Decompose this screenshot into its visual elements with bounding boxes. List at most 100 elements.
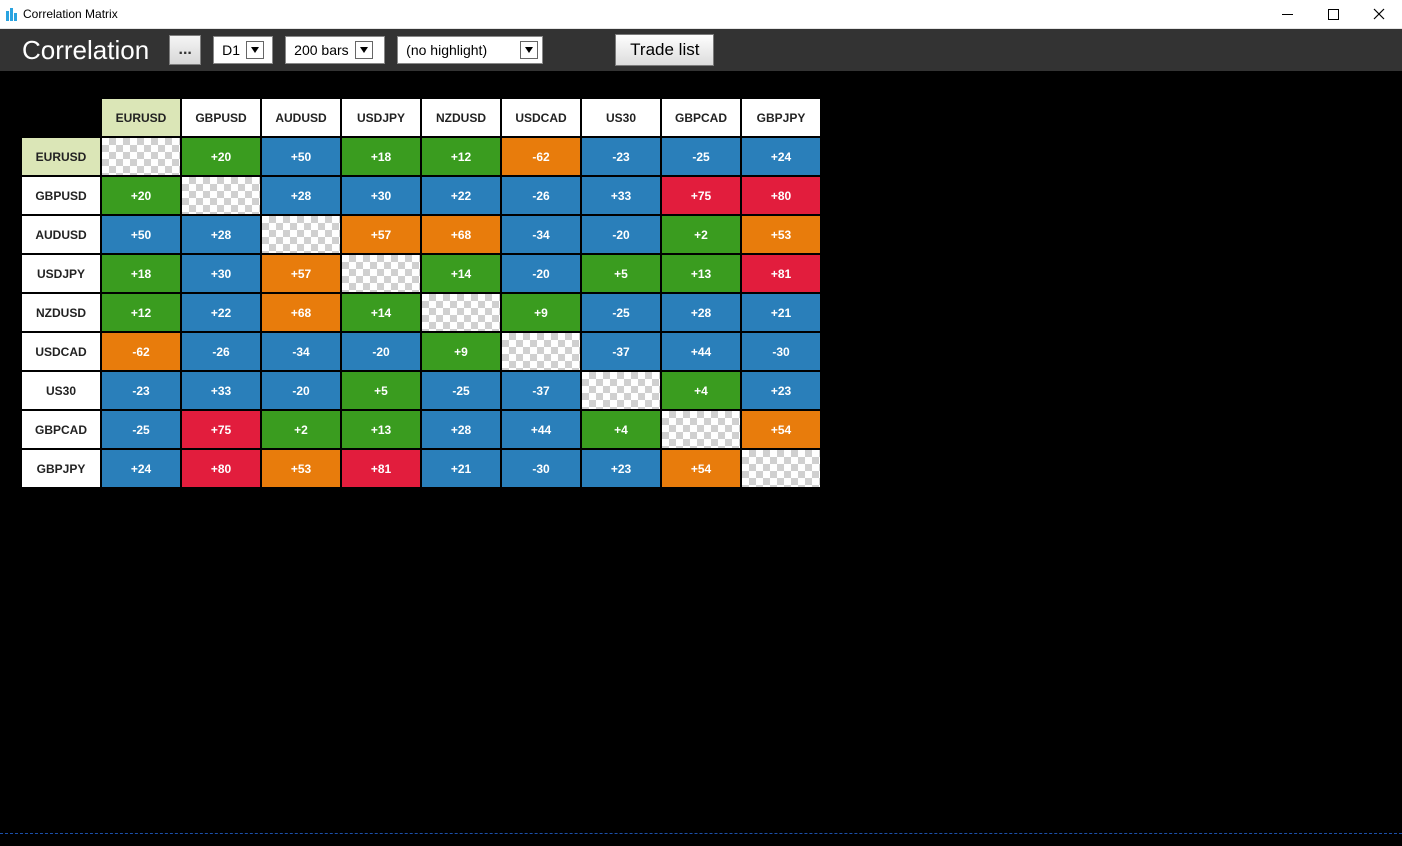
matrix-cell[interactable]: +5 xyxy=(582,255,660,292)
matrix-cell[interactable]: +20 xyxy=(102,177,180,214)
matrix-cell[interactable]: +21 xyxy=(422,450,500,487)
matrix-cell[interactable]: +14 xyxy=(342,294,420,331)
column-header[interactable]: USDJPY xyxy=(342,99,420,136)
row-header[interactable]: EURUSD xyxy=(22,138,100,175)
column-header[interactable]: GBPUSD xyxy=(182,99,260,136)
matrix-cell[interactable]: +33 xyxy=(582,177,660,214)
column-header[interactable]: GBPCAD xyxy=(662,99,740,136)
matrix-cell[interactable]: -23 xyxy=(582,138,660,175)
matrix-cell[interactable]: +50 xyxy=(262,138,340,175)
matrix-cell[interactable]: -62 xyxy=(102,333,180,370)
minimize-button[interactable] xyxy=(1264,0,1310,28)
matrix-cell[interactable]: +28 xyxy=(422,411,500,448)
matrix-cell[interactable]: +57 xyxy=(262,255,340,292)
matrix-cell[interactable]: +53 xyxy=(742,216,820,253)
matrix-cell[interactable]: +68 xyxy=(262,294,340,331)
matrix-cell[interactable]: -25 xyxy=(662,138,740,175)
app-icon xyxy=(6,8,17,21)
matrix-cell[interactable]: +30 xyxy=(342,177,420,214)
matrix-cell[interactable]: -26 xyxy=(502,177,580,214)
matrix-cell[interactable]: +21 xyxy=(742,294,820,331)
column-header[interactable]: NZDUSD xyxy=(422,99,500,136)
matrix-cell[interactable]: +44 xyxy=(662,333,740,370)
close-button[interactable] xyxy=(1356,0,1402,28)
trade-list-button[interactable]: Trade list xyxy=(615,34,714,66)
matrix-cell[interactable]: -25 xyxy=(102,411,180,448)
timeframe-select[interactable]: D1 xyxy=(213,36,273,64)
matrix-cell[interactable]: +18 xyxy=(102,255,180,292)
bars-value: 200 bars xyxy=(294,42,348,58)
matrix-cell[interactable]: -30 xyxy=(742,333,820,370)
row-header[interactable]: USDJPY xyxy=(22,255,100,292)
matrix-cell[interactable]: +13 xyxy=(662,255,740,292)
column-header[interactable]: GBPJPY xyxy=(742,99,820,136)
matrix-cell[interactable]: +2 xyxy=(662,216,740,253)
matrix-cell[interactable]: +20 xyxy=(182,138,260,175)
bars-select[interactable]: 200 bars xyxy=(285,36,385,64)
matrix-cell[interactable]: +80 xyxy=(182,450,260,487)
matrix-cell[interactable]: -20 xyxy=(502,255,580,292)
row-header[interactable]: US30 xyxy=(22,372,100,409)
matrix-cell[interactable]: -26 xyxy=(182,333,260,370)
matrix-cell[interactable]: +28 xyxy=(662,294,740,331)
matrix-cell[interactable]: -30 xyxy=(502,450,580,487)
matrix-cell[interactable]: +54 xyxy=(742,411,820,448)
matrix-cell[interactable]: +9 xyxy=(502,294,580,331)
row-header[interactable]: GBPJPY xyxy=(22,450,100,487)
maximize-button[interactable] xyxy=(1310,0,1356,28)
row-header[interactable]: NZDUSD xyxy=(22,294,100,331)
matrix-cell[interactable]: +23 xyxy=(742,372,820,409)
matrix-cell[interactable]: +24 xyxy=(102,450,180,487)
matrix-cell[interactable]: +33 xyxy=(182,372,260,409)
matrix-cell[interactable]: +18 xyxy=(342,138,420,175)
column-header[interactable]: USDCAD xyxy=(502,99,580,136)
matrix-cell[interactable]: +14 xyxy=(422,255,500,292)
matrix-cell[interactable]: +4 xyxy=(582,411,660,448)
column-header[interactable]: EURUSD xyxy=(102,99,180,136)
matrix-cell[interactable]: +81 xyxy=(342,450,420,487)
matrix-cell[interactable]: -23 xyxy=(102,372,180,409)
highlight-select[interactable]: (no highlight) xyxy=(397,36,543,64)
matrix-cell[interactable]: +22 xyxy=(182,294,260,331)
matrix-cell[interactable]: +5 xyxy=(342,372,420,409)
matrix-cell[interactable]: +2 xyxy=(262,411,340,448)
column-header[interactable]: US30 xyxy=(582,99,660,136)
matrix-cell[interactable]: -20 xyxy=(262,372,340,409)
matrix-cell[interactable]: +54 xyxy=(662,450,740,487)
row-header[interactable]: USDCAD xyxy=(22,333,100,370)
matrix-cell[interactable]: -20 xyxy=(342,333,420,370)
matrix-cell[interactable]: +28 xyxy=(182,216,260,253)
matrix-cell[interactable]: +30 xyxy=(182,255,260,292)
symbols-menu-button[interactable]: ... xyxy=(169,35,201,65)
matrix-cell[interactable]: +80 xyxy=(742,177,820,214)
row-header[interactable]: AUDUSD xyxy=(22,216,100,253)
matrix-cell[interactable]: +4 xyxy=(662,372,740,409)
column-header[interactable]: AUDUSD xyxy=(262,99,340,136)
matrix-cell[interactable]: -34 xyxy=(502,216,580,253)
matrix-cell[interactable]: -25 xyxy=(582,294,660,331)
matrix-cell[interactable]: +68 xyxy=(422,216,500,253)
matrix-cell[interactable]: +53 xyxy=(262,450,340,487)
matrix-cell[interactable]: +75 xyxy=(182,411,260,448)
matrix-cell[interactable]: +13 xyxy=(342,411,420,448)
matrix-cell[interactable]: -20 xyxy=(582,216,660,253)
matrix-cell[interactable]: +9 xyxy=(422,333,500,370)
matrix-cell[interactable]: +57 xyxy=(342,216,420,253)
matrix-cell[interactable]: +44 xyxy=(502,411,580,448)
matrix-cell[interactable]: -37 xyxy=(502,372,580,409)
matrix-cell[interactable]: +75 xyxy=(662,177,740,214)
matrix-cell[interactable]: -34 xyxy=(262,333,340,370)
matrix-cell[interactable]: +24 xyxy=(742,138,820,175)
matrix-cell[interactable]: -62 xyxy=(502,138,580,175)
matrix-cell[interactable]: +22 xyxy=(422,177,500,214)
matrix-cell[interactable]: +81 xyxy=(742,255,820,292)
matrix-cell[interactable]: -37 xyxy=(582,333,660,370)
matrix-cell[interactable]: +12 xyxy=(422,138,500,175)
matrix-cell[interactable]: +50 xyxy=(102,216,180,253)
matrix-cell[interactable]: +28 xyxy=(262,177,340,214)
matrix-cell[interactable]: -25 xyxy=(422,372,500,409)
row-header[interactable]: GBPUSD xyxy=(22,177,100,214)
matrix-cell[interactable]: +12 xyxy=(102,294,180,331)
matrix-cell[interactable]: +23 xyxy=(582,450,660,487)
row-header[interactable]: GBPCAD xyxy=(22,411,100,448)
